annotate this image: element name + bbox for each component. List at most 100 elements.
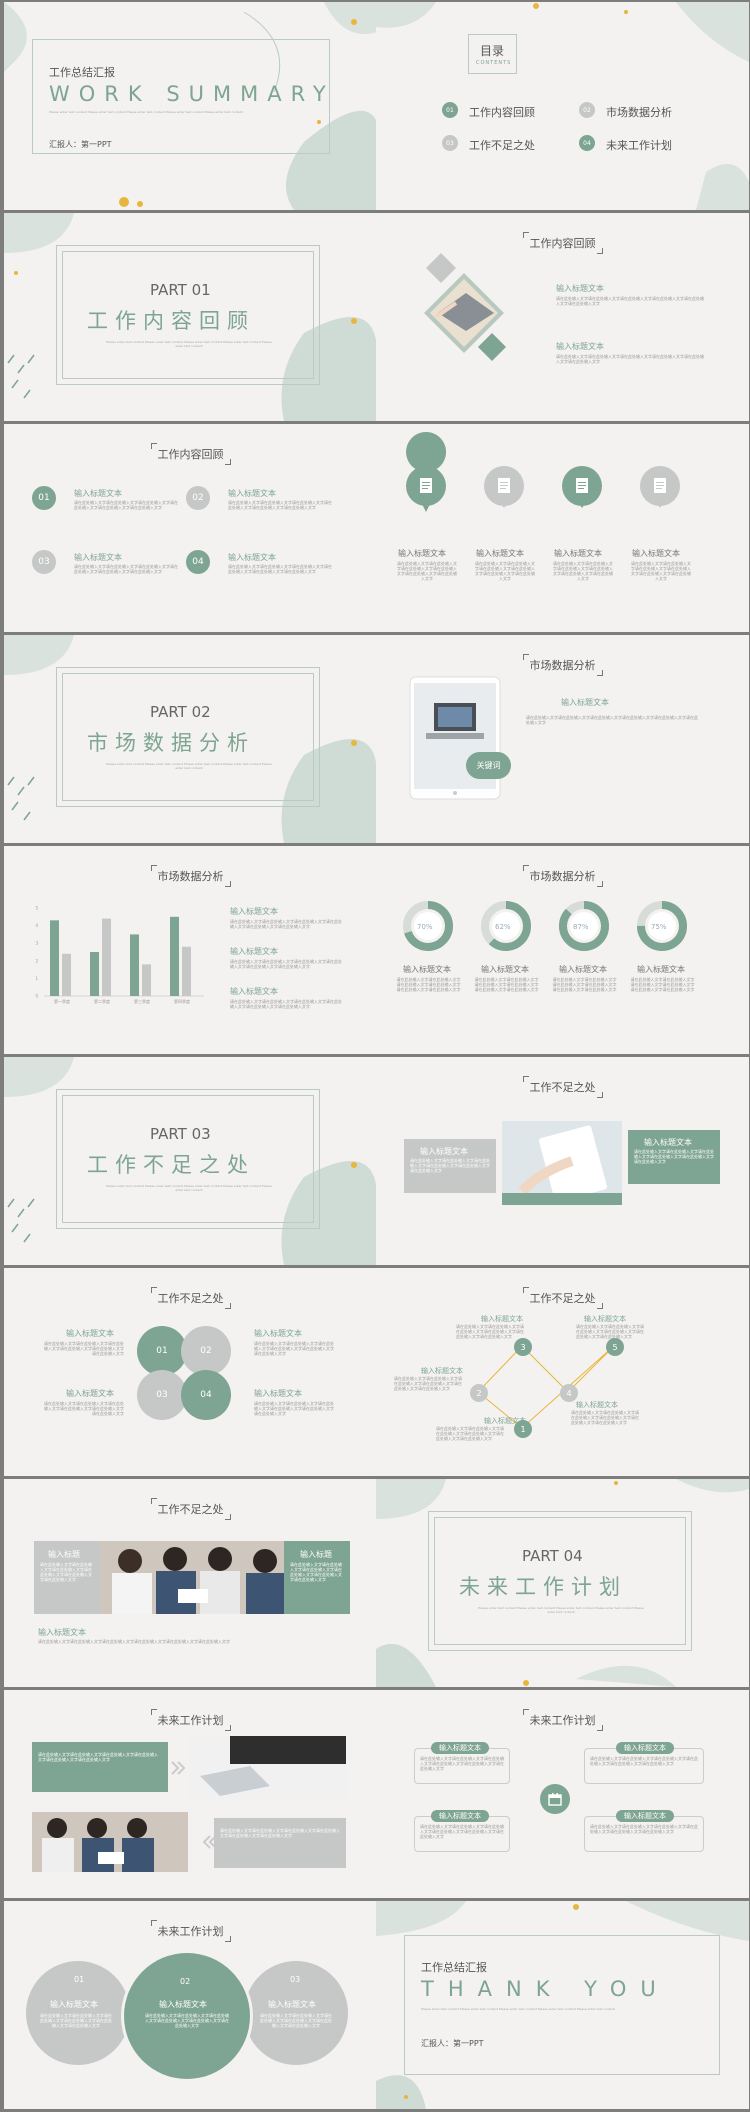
plan-tag-3: 输入标题文本	[431, 1810, 489, 1822]
cover-placeholder: Please enter text content Please enter t…	[49, 110, 243, 114]
slide-plan-1[interactable]: 未来工作计划 请在此处输入文字请在此处输入文字请在此处输入文字请在此处输入文字请…	[4, 1690, 377, 1898]
keyword-bubble: 关键词	[466, 752, 511, 779]
node-2: 2	[470, 1384, 488, 1402]
bar	[130, 934, 139, 996]
thanks-title-en: THANK YOU	[421, 1977, 670, 2001]
part-number: PART 03	[150, 1125, 211, 1143]
pin-text-4: 请在此处输入文字请在此处输入文字请在此处输入文字请在此处输入文字请在此处输入文字…	[631, 561, 691, 581]
zig-text-2: 请在此处输入文字请在此处输入文字请在此处输入文字请在此处输入文字请在此处输入文字…	[576, 1324, 644, 1339]
slide-toc[interactable]: 目录 CONTENTS 01 工作内容回顾 02 市场数据分析 03 工作不足之…	[376, 2, 749, 210]
slide-part04[interactable]: PART 04 未来工作计划 Please enter text content…	[376, 1479, 749, 1687]
toc-item-02[interactable]: 市场数据分析	[606, 104, 672, 120]
node-3: 3	[514, 1338, 532, 1356]
ring-text-2: 请在此处输入文字请在此处输入文字请在此处输入文字请在此处输入文字请在此处输入文字…	[474, 977, 539, 992]
quad-03: 03	[137, 1370, 187, 1420]
part-title: 市场数据分析	[87, 731, 255, 755]
ring-label-2: 62%	[495, 923, 511, 931]
slide-review-1[interactable]: 工作内容回顾 输入标题文本 请在此处输入文字请在此处输入文字请在此处输入文字请在…	[376, 213, 749, 421]
part-number: PART 04	[522, 1547, 583, 1565]
slide-plan-3[interactable]: 未来工作计划 01 输入标题文本 请在此处输入文字请在此处输入文字请在此处输入文…	[4, 1901, 377, 2109]
ring-head-2: 输入标题文本	[481, 965, 529, 974]
slide-market-chart[interactable]: 市场数据分析 0 1 2 3 4 5 第一季度 第二季度 第三季度 第四季度 输入标题文本 请在此…	[4, 846, 377, 1054]
item-head-04: 输入标题文本	[228, 553, 276, 562]
plan-card-bottom-text: 请在此处输入文字请在此处输入文字请在此处输入文字请在此处输入文字请在此处输入文字…	[220, 1828, 340, 1838]
item-text-04: 请在此处输入文字请在此处输入文字请在此处输入文字请在此处输入文字请在此处输入文字…	[228, 564, 332, 574]
pin-head-3: 输入标题文本	[554, 549, 602, 558]
thanks-frame	[404, 1935, 720, 2075]
quad-text-2: 请在此处输入文字请在此处输入文字请在此处输入文字请在此处输入文字请在此处输入文字…	[254, 1341, 334, 1356]
toc-item-04[interactable]: 未来工作计划	[606, 137, 672, 153]
slide-shortfall-4[interactable]: 工作不足之处 输入标题 请在此处输入文字请在此处输入文字请在此处输入文字请在此处…	[4, 1479, 377, 1687]
bar	[62, 953, 71, 996]
pin-text-3: 请在此处输入文字请在此处输入文字请在此处输入文字请在此处输入文字请在此处输入文字…	[553, 561, 613, 581]
plan-head-2: 输入标题文本	[159, 2000, 207, 2009]
market-heading: 输入标题文本	[561, 698, 609, 707]
slide-thanks[interactable]: 工作总结汇报 THANK YOU Please enter text conte…	[376, 1901, 749, 2109]
quad-04: 04	[181, 1370, 231, 1420]
bar	[142, 964, 151, 996]
slide-market-rings[interactable]: 市场数据分析 70% 62% 87% 75% 输入标题文本 请在此处输入文字请在…	[376, 846, 749, 1054]
slide-shortfall-3[interactable]: 工作不足之处 2 3 4 5 1 输入标题文本 请在此处输入文字请在此处输入文字…	[376, 1268, 749, 1476]
y-tick-label: 3	[35, 941, 38, 946]
toc-item-03[interactable]: 工作不足之处	[469, 137, 535, 153]
ring-text-4: 请在此处输入文字请在此处输入文字请在此处输入文字请在此处输入文字请在此处输入文字…	[630, 977, 695, 992]
pin-icons	[406, 432, 680, 512]
x-tick-label: 第四季度	[174, 998, 190, 1004]
quad-text-4: 请在此处输入文字请在此处输入文字请在此处输入文字请在此处输入文字请在此处输入文字…	[254, 1401, 334, 1416]
bar	[50, 920, 59, 996]
plan-num-2: 02	[180, 1977, 191, 1986]
left-card-title: 输入标题文本	[420, 1147, 468, 1156]
part-placeholder: Please enter text content Please enter t…	[106, 340, 272, 348]
plan-text-2: 请在此处输入文字请在此处输入文字请在此处输入文字请在此处输入文字请在此处输入文字…	[145, 2013, 229, 2028]
thanks-placeholder: Please enter text content Please enter t…	[421, 2007, 615, 2011]
ring-label-3: 87%	[573, 923, 589, 931]
slide-cover[interactable]: 工作总结汇报 WORK SUMMARY Please enter text co…	[4, 2, 377, 210]
plan-text-2: 请在此处输入文字请在此处输入文字请在此处输入文字请在此处输入文字请在此处输入文字…	[590, 1756, 698, 1766]
thanks-title-cn: 工作总结汇报	[421, 1961, 487, 1974]
toc-item-01[interactable]: 工作内容回顾	[469, 104, 535, 120]
ring-head-1: 输入标题文本	[403, 965, 451, 974]
right-panel-text: 请在此处输入文字请在此处输入文字请在此处输入文字请在此处输入文字请在此处输入文字…	[290, 1562, 342, 1582]
slide-review-icons[interactable]: 输入标题文本 请在此处输入文字请在此处输入文字请在此处输入文字请在此处输入文字请…	[376, 424, 749, 632]
review-text-1: 请在此处输入文字请在此处输入文字请在此处输入文字请在此处输入文字请在此处输入文字…	[556, 296, 704, 306]
item-head-03: 输入标题文本	[74, 553, 122, 562]
thanks-reporter: 汇报人：第一PPT	[421, 2039, 484, 2048]
bottom-heading: 输入标题文本	[38, 1628, 86, 1637]
item-num-03: 03	[32, 550, 56, 574]
slide-review-2[interactable]: 工作内容回顾 01 输入标题文本 请在此处输入文字请在此处输入文字请在此处输入文…	[4, 424, 377, 632]
slide-shortfall-2[interactable]: 工作不足之处 01 02 03 04 输入标题文本 请在此处输入文字请在此处输入…	[4, 1268, 377, 1476]
slide-part01[interactable]: PART 01 工作内容回顾 Please enter text content…	[4, 213, 377, 421]
bar	[170, 916, 179, 996]
bar-chart: 0 1 2 3 4 5 第一季度 第二季度 第三季度 第四季度	[35, 906, 204, 1004]
slide-market-1[interactable]: 市场数据分析 关键词 输入标题文本 请在此处输入文字请在此处输入文字请在此处输入…	[376, 635, 749, 843]
zig-head-2: 输入标题文本	[584, 1315, 626, 1323]
zig-head-5: 输入标题文本	[484, 1417, 526, 1425]
ring-label-1: 70%	[417, 923, 433, 931]
item-text-03: 请在此处输入文字请在此处输入文字请在此处输入文字请在此处输入文字请在此处输入文字…	[74, 564, 178, 574]
market-text: 请在此处输入文字请在此处输入文字请在此处输入文字请在此处输入文字请在此处输入文字…	[526, 715, 698, 725]
plan-tag-2: 输入标题文本	[616, 1742, 674, 1754]
right-panel-title: 输入标题	[300, 1550, 332, 1559]
slide-shortfall-1[interactable]: 工作不足之处 输入标题文本 请在此处输入文字请在此处输入文字请在此处输入文字请在…	[376, 1057, 749, 1265]
toc-num-03: 03	[442, 135, 458, 151]
zig-text-5: 请在此处输入文字请在此处输入文字请在此处输入文字请在此处输入文字请在此处输入文字…	[436, 1426, 504, 1441]
chart-text-3: 请在此处输入文字请在此处输入文字请在此处输入文字请在此处输入文字请在此处输入文字…	[230, 999, 342, 1009]
plan-text-3: 请在此处输入文字请在此处输入文字请在此处输入文字请在此处输入文字请在此处输入文字…	[420, 1824, 504, 1839]
ring-text-1: 请在此处输入文字请在此处输入文字请在此处输入文字请在此处输入文字请在此处输入文字…	[396, 977, 461, 992]
plan-head-1: 输入标题文本	[50, 2000, 98, 2009]
slide-plan-2[interactable]: 未来工作计划 输入标题文本 请在此处输入文字请在此处输入文字请在此处输入文字请在…	[376, 1690, 749, 1898]
node-5: 5	[606, 1338, 624, 1356]
slide-part03[interactable]: PART 03 工作不足之处 Please enter text content…	[4, 1057, 377, 1265]
slide-part02[interactable]: PART 02 市场数据分析 Please enter text content…	[4, 635, 377, 843]
x-tick-label: 第二季度	[94, 998, 110, 1004]
slide-title: 工作内容回顾	[4, 443, 377, 465]
pin-text-1: 请在此处输入文字请在此处输入文字请在此处输入文字请在此处输入文字请在此处输入文字…	[397, 561, 457, 581]
plan-text-1: 请在此处输入文字请在此处输入文字请在此处输入文字请在此处输入文字请在此处输入文字…	[420, 1756, 504, 1771]
item-head-01: 输入标题文本	[74, 489, 122, 498]
cover-reporter: 汇报人：第一PPT	[49, 140, 112, 149]
bar	[90, 952, 99, 996]
quad-head-3: 输入标题文本	[66, 1389, 114, 1398]
pin-head-2: 输入标题文本	[476, 549, 524, 558]
hand-writing-photo	[502, 1121, 622, 1205]
zig-head-1: 输入标题文本	[481, 1315, 523, 1323]
